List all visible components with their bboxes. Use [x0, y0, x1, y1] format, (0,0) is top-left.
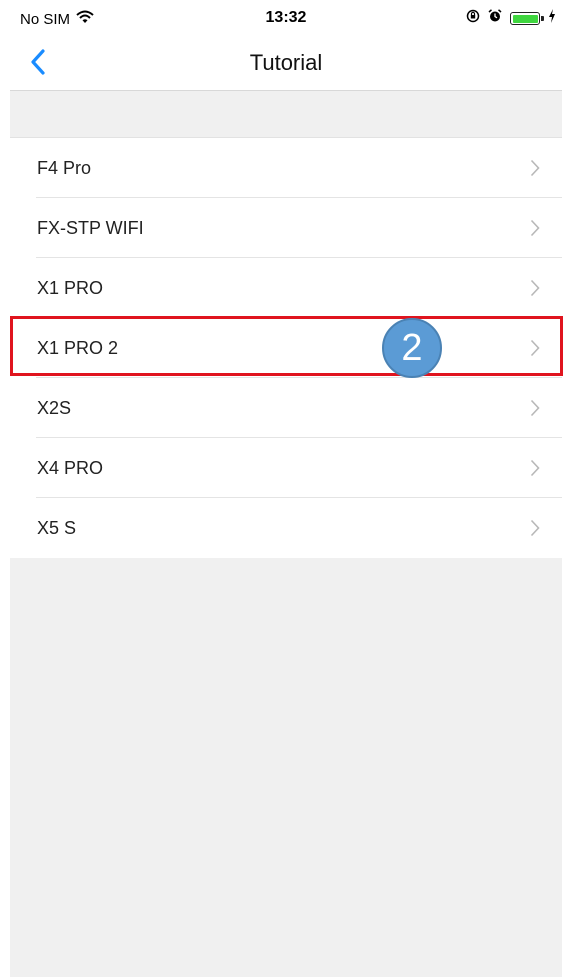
chevron-right-icon	[530, 339, 540, 362]
list-item-label: X1 PRO 2	[37, 337, 119, 358]
status-right	[466, 9, 556, 28]
list-item-label: F4 Pro	[37, 157, 92, 178]
list-item-label: FX-STP WIFI	[37, 217, 144, 238]
list-item-fx-stp-wifi[interactable]: FX-STP WIFI	[10, 198, 562, 258]
tutorial-list: F4 Pro FX-STP WIFI X1 PRO X1 PRO 2 X2S X…	[10, 137, 562, 558]
chevron-right-icon	[530, 219, 540, 242]
status-bar: No SIM 13:32	[10, 0, 562, 38]
step-badge: 2	[382, 318, 442, 378]
list-item-x1-pro[interactable]: X1 PRO	[10, 258, 562, 318]
list-item-label: X2S	[37, 397, 72, 418]
list-item-f4-pro[interactable]: F4 Pro	[10, 138, 562, 198]
list-item-label: X4 PRO	[37, 457, 104, 478]
list-item-x4-pro[interactable]: X4 PRO	[10, 438, 562, 498]
chevron-right-icon	[530, 459, 540, 482]
battery-fill	[512, 14, 538, 23]
list-item-x1-pro-2[interactable]: X1 PRO 2	[10, 318, 562, 378]
chevron-right-icon	[530, 159, 540, 182]
battery-cap	[541, 16, 544, 21]
phone-screen: No SIM 13:32 Tutorial F4 Pro FX-STP WIFI…	[10, 0, 562, 977]
chevron-right-icon	[530, 279, 540, 302]
rotation-lock-icon	[466, 9, 480, 28]
alarm-icon	[488, 9, 502, 28]
list-item-x2s[interactable]: X2S	[10, 378, 562, 438]
nav-bar: Tutorial	[10, 38, 562, 91]
page-title: Tutorial	[249, 50, 323, 75]
list-item-label: X1 PRO	[37, 277, 104, 298]
charging-bolt-icon	[548, 9, 556, 28]
chevron-right-icon	[530, 399, 540, 422]
chevron-right-icon	[530, 519, 540, 542]
list-item-x5-s[interactable]: X5 S	[10, 498, 562, 558]
battery-icon	[510, 12, 544, 25]
list-item-label: X5 S	[37, 517, 77, 538]
screen: No SIM 13:32 Tutorial F4 Pro FX-STP WIFI…	[0, 0, 567, 977]
